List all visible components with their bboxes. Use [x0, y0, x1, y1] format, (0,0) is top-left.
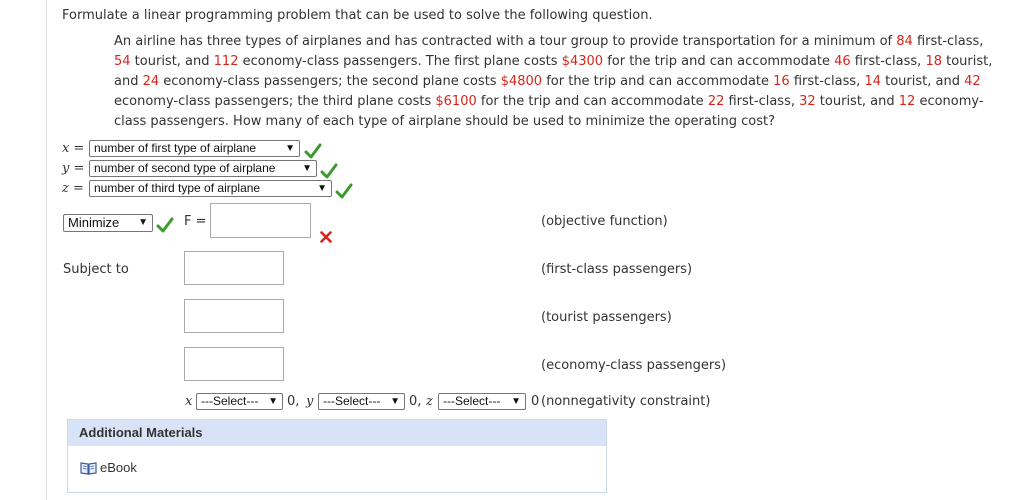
constraint-economy-input[interactable]: [184, 347, 284, 381]
objective-input[interactable]: [210, 203, 311, 238]
chevron-down-icon: ▼: [302, 163, 312, 174]
correct-check-icon: [304, 143, 322, 159]
chevron-down-icon: ▼: [511, 396, 521, 407]
objective-note: (objective function): [541, 214, 668, 229]
nonneg-x-label: x: [185, 394, 193, 409]
constraint-first-class-note: (first-class passengers): [541, 262, 693, 277]
correct-check-icon: [156, 217, 174, 233]
additional-materials-title: Additional Materials: [68, 420, 606, 446]
nonneg-note: (nonnegativity constraint): [541, 394, 711, 409]
var-z-select[interactable]: number of third type of airplane ▼: [89, 180, 332, 197]
ebook-link[interactable]: eBook: [80, 460, 137, 475]
var-y-label: y =: [62, 161, 85, 176]
nonneg-z-select[interactable]: ---Select--- ▼: [438, 393, 526, 410]
chevron-down-icon: ▼: [285, 143, 295, 154]
additional-materials-panel: Additional Materials eBook: [67, 419, 607, 493]
correct-check-icon: [320, 163, 338, 179]
problem-text: An airline has three types of airplanes …: [114, 34, 993, 129]
nonneg-y-label: y: [306, 394, 314, 409]
left-divider: [46, 0, 47, 500]
chevron-down-icon: ▼: [317, 183, 327, 194]
var-x-select[interactable]: number of first type of airplane ▼: [89, 140, 300, 157]
nonneg-y-select[interactable]: ---Select--- ▼: [318, 393, 405, 410]
var-x-label: x =: [62, 141, 85, 156]
nonneg-x-select[interactable]: ---Select--- ▼: [196, 393, 283, 410]
chevron-down-icon: ▼: [138, 217, 148, 228]
constraint-first-class-input[interactable]: [184, 251, 284, 285]
book-icon: [80, 462, 97, 475]
correct-check-icon: [335, 183, 353, 199]
nonneg-z-label: z: [426, 394, 433, 409]
nonneg-y-zero: 0,: [409, 394, 422, 409]
objective-select[interactable]: Minimize ▼: [63, 214, 153, 232]
nonneg-x-zero: 0,: [287, 394, 300, 409]
nonneg-z-zero: 0: [531, 394, 540, 409]
question-instruction: Formulate a linear programming problem t…: [62, 8, 653, 23]
chevron-down-icon: ▼: [268, 396, 278, 407]
chevron-down-icon: ▼: [390, 396, 400, 407]
incorrect-x-icon: [320, 231, 332, 243]
subject-to-label: Subject to: [63, 262, 129, 277]
constraint-tourist-input[interactable]: [184, 299, 284, 333]
ebook-label: eBook: [100, 460, 137, 475]
var-y-select[interactable]: number of second type of airplane ▼: [89, 160, 317, 177]
var-z-label: z =: [62, 181, 84, 196]
f-equals-label: F =: [184, 214, 207, 229]
constraint-economy-note: (economy-class passengers): [541, 358, 727, 373]
constraint-tourist-note: (tourist passengers): [541, 310, 672, 325]
